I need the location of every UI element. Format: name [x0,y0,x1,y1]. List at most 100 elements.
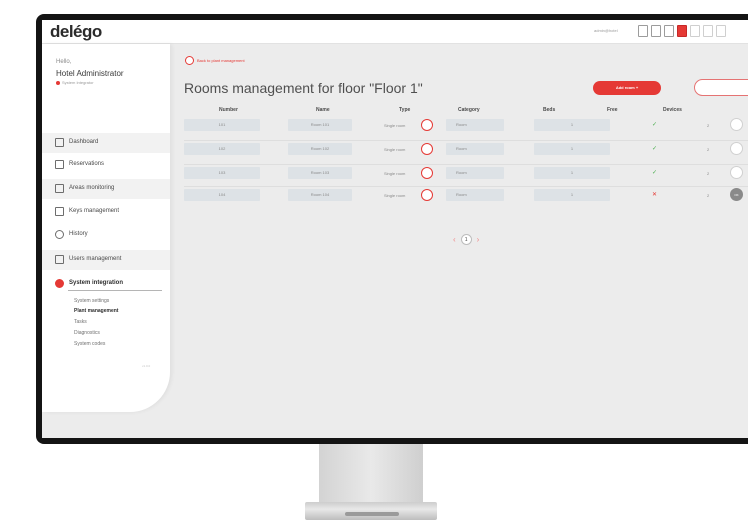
subitem-plant-management[interactable]: Plant management [74,308,118,314]
monitoring-icon [55,184,64,193]
top-bar: delégo admin@hotel [42,20,748,44]
app-logo[interactable]: delégo [50,22,102,42]
row-action-button[interactable]: OK [730,188,743,201]
cell-name: Room 103 [288,167,352,179]
subitem-system-codes[interactable]: System codes [74,341,105,347]
cell-devices: 2 [707,147,710,152]
sidebar-item-label: History [69,231,88,237]
layout-icon[interactable] [638,25,648,37]
key-icon [55,207,64,216]
cell-type: Single room [384,123,406,128]
topbar-user: admin@hotel [594,28,618,33]
row-action-button[interactable] [730,166,743,179]
cell-type: Single room [384,193,406,198]
row-action-button[interactable] [730,118,743,131]
cell-name: Room 101 [288,119,352,131]
type-select-icon[interactable] [421,119,433,131]
table-row[interactable]: 104 Room 104 Single room Room 1 ✕ 2 OK [184,186,748,202]
cell-category: Room [446,189,504,201]
cell-beds: 1 [534,167,610,179]
alarm-icon[interactable] [677,25,687,37]
sidebar-item-users-management[interactable]: Users management [42,250,170,270]
sidebar-item-system-integration[interactable]: System integration [42,274,170,294]
topbar-icons [638,25,726,37]
cell-category: Room [446,143,504,155]
type-select-icon[interactable] [421,143,433,155]
subitem-system-settings[interactable]: System settings [74,298,109,304]
cell-devices: 2 [707,193,710,198]
app-screen: delégo admin@hotel Hello, Hotel Administ… [42,20,748,438]
sidebar-item-keys-management[interactable]: Keys management [42,202,170,222]
user-role: System Integrator [56,80,94,85]
cell-number: 101 [184,119,260,131]
monitor-base-slot [345,512,399,516]
check-icon: ✓ [652,170,658,176]
sidebar-item-history[interactable]: History [42,225,170,245]
monitor-base [305,502,437,520]
menu-icon[interactable] [716,25,726,37]
dashboard-icon [55,138,64,147]
next-page-button[interactable]: › [477,235,480,244]
subitem-tasks[interactable]: Tasks [74,319,87,325]
cell-number: 102 [184,143,260,155]
cell-category: Room [446,119,504,131]
prev-page-button[interactable]: ‹ [453,235,456,244]
check-icon: ✓ [652,122,658,128]
row-action-button[interactable] [730,142,743,155]
column-header-name[interactable]: Name [316,107,330,113]
table-row[interactable]: 102 Room 102 Single room Room 1 ✓ 2 [184,140,748,156]
sidebar-item-label: Users management [69,256,122,262]
sidebar-item-label: Areas monitoring [69,185,115,191]
sidebar: Hello, Hotel Administrator System Integr… [42,44,170,412]
back-link-label: Back to plant management [197,58,245,63]
column-header-number[interactable]: Number [219,107,238,113]
table-row[interactable]: 103 Room 103 Single room Room 1 ✓ 2 [184,164,748,180]
column-header-beds[interactable]: Beds [543,107,555,113]
sidebar-item-label: Keys management [69,208,120,214]
cell-name: Room 102 [288,143,352,155]
clock-icon [55,230,64,239]
monitor-stand [319,444,423,506]
cell-type: Single room [384,147,406,152]
back-link[interactable]: Back to plant management [185,56,245,65]
sidebar-item-label: System integration [69,280,124,286]
cell-number: 104 [184,189,260,201]
page-number[interactable]: 1 [460,234,472,245]
integration-icon [55,279,64,288]
type-select-icon[interactable] [421,189,433,201]
cell-beds: 1 [534,119,610,131]
sidebar-item-dashboard[interactable]: Dashboard [42,133,170,153]
half-panel-icon[interactable] [690,25,700,37]
subitem-diagnostics[interactable]: Diagnostics [74,330,100,336]
column-header-category[interactable]: Category [458,107,480,113]
reservations-icon [55,160,64,169]
user-role-label: System Integrator [62,80,94,85]
cell-name: Room 104 [288,189,352,201]
sidebar-item-areas-monitoring[interactable]: Areas monitoring [42,179,170,199]
cell-category: Room [446,167,504,179]
column-header-type[interactable]: Type [399,107,410,113]
cell-devices: 2 [707,123,710,128]
back-arrow-icon [185,56,194,65]
type-select-icon[interactable] [421,167,433,179]
greeting: Hello, [56,59,72,65]
fullscreen-icon[interactable] [703,25,713,37]
table-row[interactable]: 101 Room 101 Single room Room 1 ✓ 2 [184,117,748,133]
sidebar-item-reservations[interactable]: Reservations [42,155,170,175]
calendar-icon[interactable] [664,25,674,37]
cell-beds: 1 [534,189,610,201]
pagination: ‹ 1 › [453,234,479,245]
check-icon: ✓ [652,146,658,152]
cell-number: 103 [184,167,260,179]
cell-type: Single room [384,171,406,176]
column-header-free[interactable]: Free [607,107,618,113]
cell-beds: 1 [534,143,610,155]
column-header-devices[interactable]: Devices [663,107,682,113]
add-room-button[interactable]: Add room + [593,81,661,95]
role-dot-icon [56,80,60,85]
window-icon[interactable] [651,25,661,37]
search-input[interactable] [694,79,748,96]
scene: delégo admin@hotel Hello, Hotel Administ… [0,0,748,520]
user-name: Hotel Administrator [56,69,124,78]
cell-devices: 2 [707,171,710,176]
